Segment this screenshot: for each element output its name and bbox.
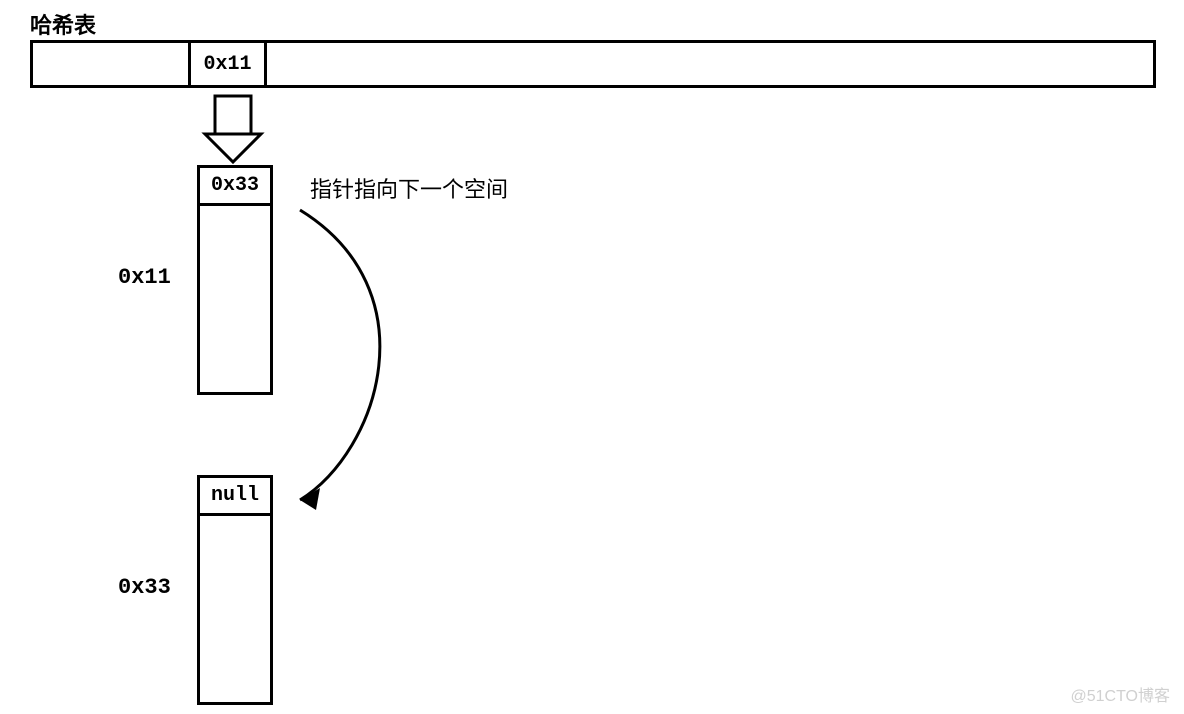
node-1-address-label: 0x11 [118, 265, 171, 290]
annotation-text: 指针指向下一个空间 [310, 172, 508, 204]
node-2-address-label: 0x33 [118, 575, 171, 600]
hash-slot-filled: 0x11 [191, 43, 267, 85]
hash-slot-empty [33, 43, 191, 85]
arrow-node1-to-node2 [300, 210, 380, 510]
diagram-title: 哈希表 [30, 8, 96, 40]
node-2-pointer: null [200, 478, 270, 516]
node-2: null [197, 475, 273, 705]
node-1-pointer: 0x33 [200, 168, 270, 206]
hash-slot-rest [267, 43, 1153, 85]
node-1: 0x33 [197, 165, 273, 395]
watermark: @51CTO博客 [1070, 682, 1170, 706]
arrows-overlay [0, 0, 1184, 714]
hash-table: 0x11 [30, 40, 1156, 88]
arrow-slot-to-node1 [205, 96, 261, 162]
